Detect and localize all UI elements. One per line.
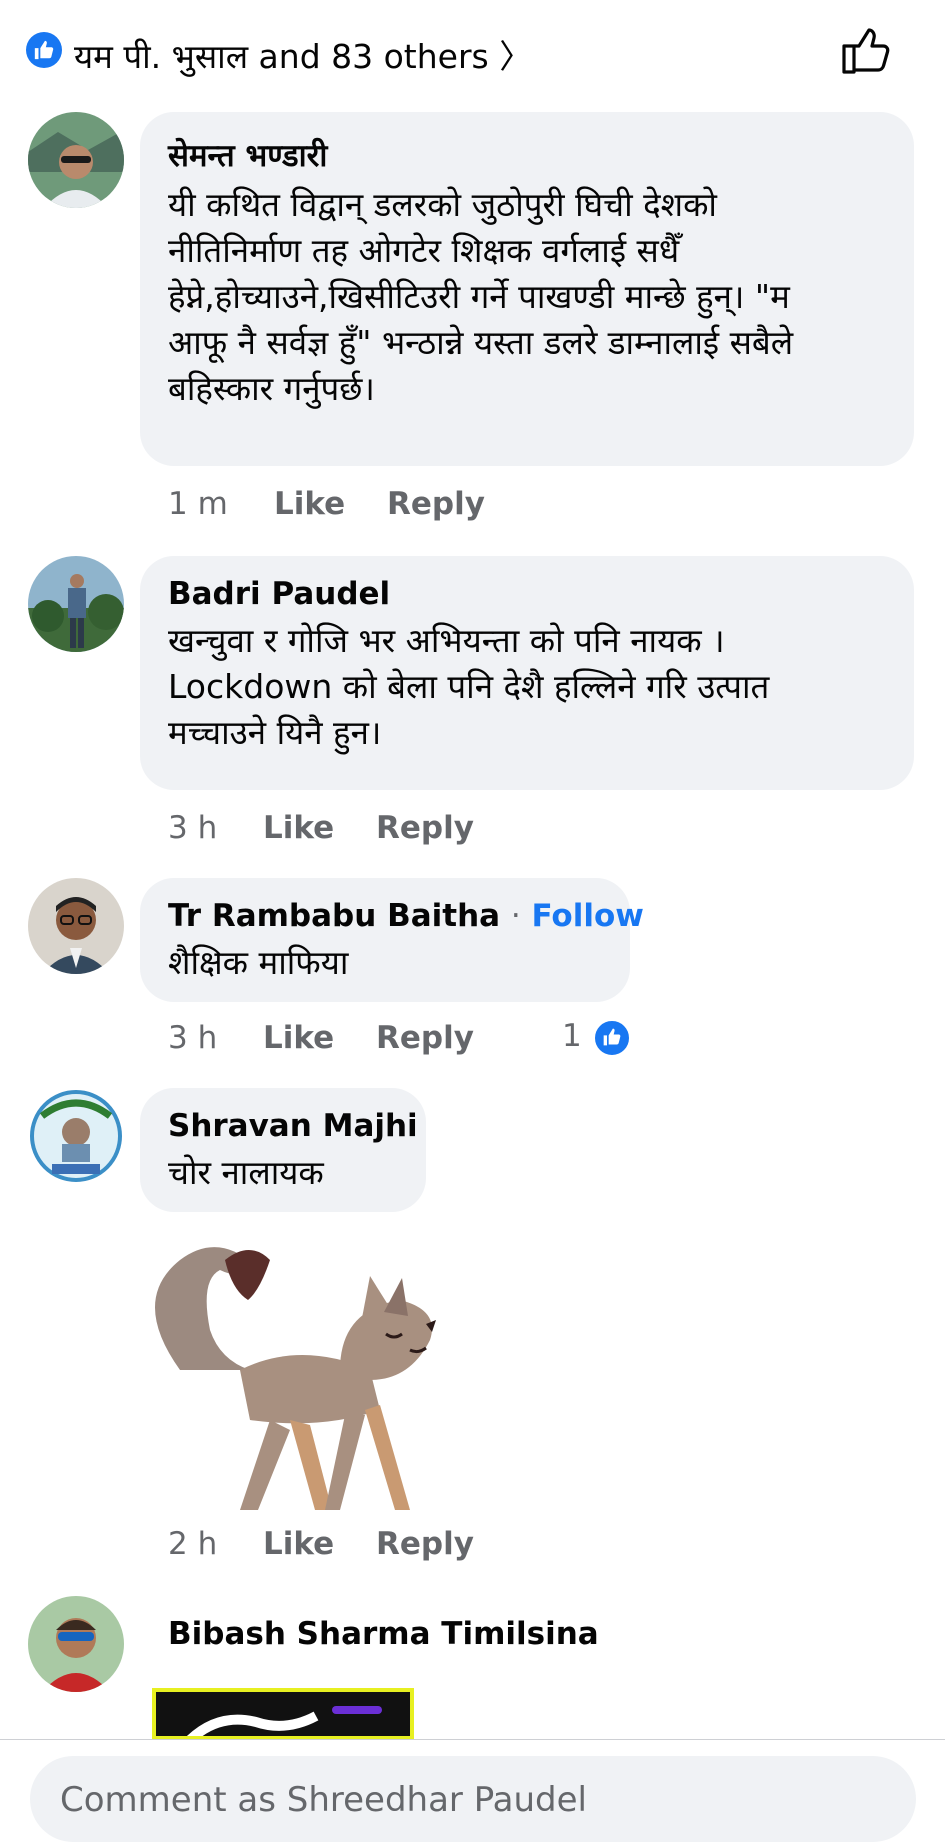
reply-button[interactable]: Reply: [376, 1526, 474, 1562]
comment-time: 3 h: [168, 1020, 218, 1056]
comment-text: चोर नालायक: [168, 1150, 324, 1196]
comment-text: यी कथित विद्वान् डलरको जुठोपुरी घिची देश…: [168, 182, 793, 412]
reactions-summary-label: यम पी. भुसाल and 83 others: [74, 37, 489, 76]
comment-author[interactable]: Bibash Sharma Timilsina: [168, 1616, 599, 1652]
thumbs-up-outline-icon[interactable]: [838, 22, 894, 78]
comment-line: हेप्ने,होच्याउने,खिसीटिउरी गर्ने पाखण्डी…: [168, 277, 790, 316]
like-button[interactable]: Like: [263, 1526, 334, 1562]
avatar[interactable]: [28, 556, 124, 652]
comment-author[interactable]: Badri Paudel: [168, 576, 390, 612]
comment-line: बहिस्कार गर्नुपर्छ।: [168, 369, 375, 408]
reactions-bar: यम पी. भुसाल and 83 others 〉: [26, 22, 916, 78]
avatar[interactable]: [28, 1088, 124, 1184]
comment-bubble: सेमन्त भण्डारी यी कथित विद्वान् डलरको जु…: [140, 112, 914, 466]
comment-time: 2 h: [168, 1526, 218, 1562]
comment-text: खन्चुवा र गोजि भर अभियन्ता को पनि नायक ।…: [168, 618, 769, 756]
reply-button[interactable]: Reply: [387, 486, 485, 522]
walking-fox-sticker[interactable]: [140, 1220, 440, 1520]
separator-dot: ·: [510, 898, 521, 934]
comment-image[interactable]: [152, 1688, 414, 1740]
comment-bubble: Tr Rambabu Baitha · Follow शैक्षिक माफिय…: [140, 878, 644, 1002]
comment-line: यी कथित विद्वान् डलरको जुठोपुरी घिची देश…: [168, 185, 717, 224]
avatar[interactable]: [28, 1596, 124, 1692]
like-badge-icon: [592, 1018, 632, 1058]
like-button[interactable]: Like: [274, 486, 345, 522]
comment-line: खन्चुवा र गोजि भर अभियन्ता को पनि नायक ।: [168, 621, 725, 660]
comment-time: 1 m: [168, 486, 228, 522]
comment-line: नीतिनिर्माण तह ओगटेर शिक्षक वर्गलाई सधैँ: [168, 231, 680, 270]
divider: [0, 1739, 945, 1740]
like-button[interactable]: Like: [263, 810, 334, 846]
chevron-right-icon: 〉: [499, 37, 533, 76]
avatar[interactable]: [28, 878, 124, 974]
reply-button[interactable]: Reply: [376, 1020, 474, 1056]
comment-author[interactable]: Tr Rambabu Baitha: [168, 898, 500, 934]
reaction-count-number: 1: [562, 1018, 582, 1054]
reactions-summary[interactable]: यम पी. भुसाल and 83 others 〉: [74, 30, 532, 78]
comment-line: चोर नालायक: [168, 1153, 324, 1192]
follow-button[interactable]: Follow: [532, 898, 644, 934]
comment-line: मच्चाउने यिनै हुन।: [168, 713, 382, 752]
comment-input-placeholder: Comment as Shreedhar Paudel: [60, 1780, 587, 1820]
comment-line: आफू नै सर्वज्ञ हुँ" भन्ठान्ने यस्ता डलरे…: [168, 323, 794, 362]
comment-input[interactable]: Comment as Shreedhar Paudel: [30, 1756, 916, 1842]
comment-author[interactable]: Shravan Majhi: [168, 1108, 418, 1144]
comment-text: शैक्षिक माफिया: [168, 940, 348, 986]
comment-author[interactable]: सेमन्त भण्डारी: [168, 134, 327, 176]
comment-line: Lockdown को बेला पनि देशै हल्लिने गरि उत…: [168, 667, 770, 706]
reply-button[interactable]: Reply: [376, 810, 474, 846]
like-badge-icon: [26, 32, 62, 68]
comment-author-row: Tr Rambabu Baitha · Follow: [168, 898, 644, 934]
comment-time: 3 h: [168, 810, 218, 846]
like-button[interactable]: Like: [263, 1020, 334, 1056]
comment-line: शैक्षिक माफिया: [168, 943, 349, 982]
comment-bubble: Shravan Majhi चोर नालायक: [140, 1088, 426, 1212]
avatar[interactable]: [28, 112, 124, 208]
comment-bubble: Badri Paudel खन्चुवा र गोजि भर अभियन्ता …: [140, 556, 914, 790]
